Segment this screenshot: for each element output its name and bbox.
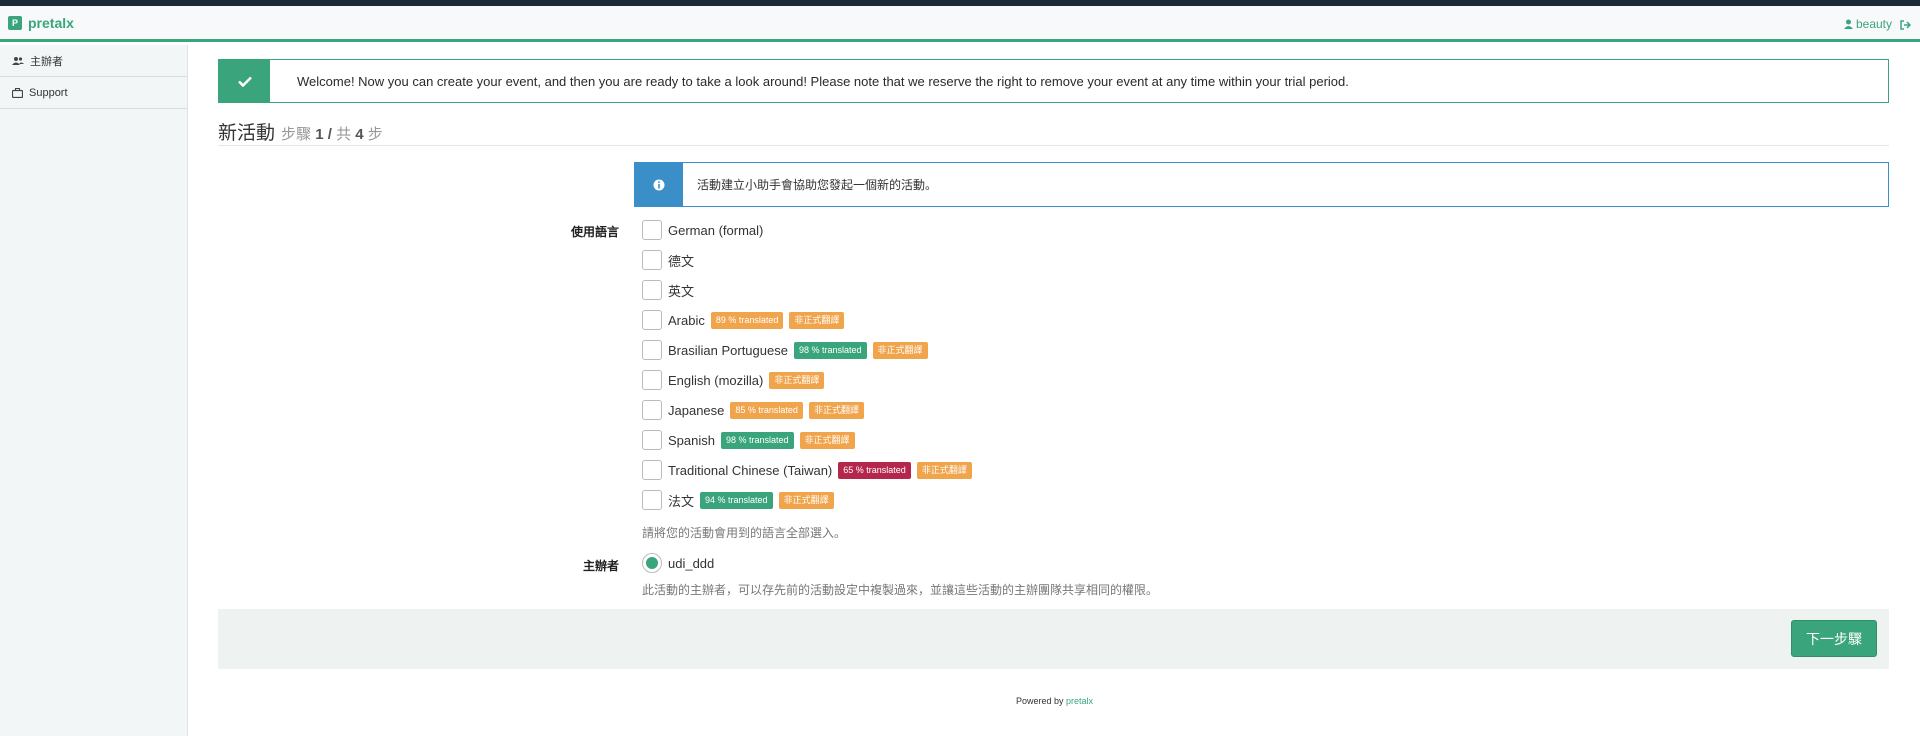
translation-progress-badge: 85 % translated [730, 401, 803, 419]
language-option[interactable]: English (mozilla) 非正式翻譯 [642, 369, 830, 391]
organiser-help: 此活動的主辦者，可以存先前的活動設定中複製過來，並讓這些活動的主辦團隊共享相同的… [642, 583, 1159, 597]
next-step-button[interactable]: 下一步驟 [1791, 620, 1877, 657]
organiser-name: udi_ddd [668, 555, 715, 571]
unofficial-translation-badge: 非正式翻譯 [799, 431, 855, 449]
organiser-label: 主辦者 [582, 559, 619, 573]
language-checkbox[interactable] [642, 400, 662, 420]
sidebar-item-organiser[interactable]: 主辦者 [0, 45, 187, 77]
language-name: Brasilian Portuguese [668, 342, 788, 358]
page-title-text: 新活動 [218, 123, 276, 144]
info-icon [635, 163, 683, 206]
page-title: 新活動 步驟 1 / 共 4 步 [218, 118, 1889, 146]
language-name: Spanish [668, 432, 715, 448]
language-option[interactable]: Spanish 98 % translated 非正式翻譯 [642, 429, 861, 451]
logout-button[interactable] [1900, 18, 1912, 33]
translation-progress-badge: 98 % translated [720, 431, 794, 449]
step-indicator: 步驟 1 / 共 4 步 [281, 123, 383, 144]
language-checkbox[interactable] [642, 460, 662, 480]
unofficial-translation-badge: 非正式翻譯 [808, 401, 864, 419]
user-name: beauty [1855, 17, 1892, 31]
language-option[interactable]: Arabic 89 % translated 非正式翻譯 [642, 309, 850, 331]
step-current: 1 [315, 126, 324, 143]
welcome-alert: Welcome! Now you can create your event, … [218, 59, 1889, 103]
brand[interactable]: P pretalx [8, 15, 74, 31]
sidebar-item-label: 主辦者 [30, 55, 63, 68]
languages-label: 使用語言 [570, 225, 619, 239]
languages-help: 請將您的活動會用到的語言全部選入。 [642, 526, 847, 540]
language-checkbox[interactable] [642, 280, 662, 300]
users-icon [12, 56, 24, 65]
sign-out-icon [1900, 20, 1912, 30]
sidebar-item-support[interactable]: Support [0, 77, 187, 109]
translation-progress-badge: 98 % translated [793, 341, 867, 359]
translation-progress-badge: 89 % translated [710, 311, 784, 329]
form-actions: 下一步驟 [218, 609, 1889, 669]
language-name: Arabic [668, 312, 705, 328]
info-text: 活動建立小助手會協助您發起一個新的活動。 [697, 178, 938, 192]
translation-progress-badge: 65 % translated [838, 461, 911, 479]
briefcase-icon [12, 87, 23, 98]
welcome-text: Welcome! Now you can create your event, … [297, 73, 1349, 89]
organiser-radio[interactable] [642, 553, 662, 573]
sidebar: 主辦者 Support [0, 45, 188, 736]
language-name: 法文 [668, 493, 695, 509]
unofficial-translation-badge: 非正式翻譯 [789, 311, 845, 329]
language-name: Traditional Chinese (Taiwan) [668, 462, 833, 478]
language-checkbox[interactable] [642, 310, 662, 330]
language-option[interactable]: Japanese 85 % translated 非正式翻譯 [642, 399, 870, 421]
organiser-option[interactable]: udi_ddd [642, 552, 720, 574]
brand-name: pretalx [28, 15, 74, 31]
step-word: 步驟 [281, 126, 312, 143]
language-option[interactable]: 德文 [642, 249, 700, 271]
language-checkbox[interactable] [642, 430, 662, 450]
total-word: 共 [336, 126, 352, 143]
language-name: Japanese [668, 402, 725, 418]
language-checkbox[interactable] [642, 340, 662, 360]
language-checkbox[interactable] [642, 220, 662, 240]
language-checkbox[interactable] [642, 490, 662, 510]
language-name: 英文 [668, 283, 695, 299]
language-option[interactable]: Traditional Chinese (Taiwan) 65 % transla… [642, 459, 978, 481]
language-name: English (mozilla) [668, 372, 764, 388]
unofficial-translation-badge: 非正式翻譯 [872, 341, 928, 359]
pretalx-link[interactable]: pretalx [1066, 696, 1093, 706]
language-name: German (formal) [668, 222, 764, 238]
user-menu[interactable]: beauty [1843, 17, 1892, 31]
powered-by-text: Powered by [1016, 696, 1064, 706]
navbar: P pretalx beauty [0, 6, 1920, 42]
unofficial-translation-badge: 非正式翻譯 [916, 461, 972, 479]
language-checkbox[interactable] [642, 250, 662, 270]
info-alert: 活動建立小助手會協助您發起一個新的活動。 [634, 162, 1889, 207]
powered-by: Powered by pretalx [1016, 696, 1093, 706]
language-name: 德文 [668, 253, 695, 269]
language-option[interactable]: 英文 [642, 279, 700, 301]
sidebar-item-label: Support [29, 86, 68, 99]
user-icon [1843, 19, 1853, 29]
language-option[interactable]: 法文 94 % translated 非正式翻譯 [642, 489, 840, 511]
step-separator: / [327, 126, 332, 143]
brand-logo: P [8, 16, 22, 30]
radio-selected-dot [646, 557, 658, 569]
step-suffix: 步 [367, 126, 383, 143]
step-total: 4 [355, 126, 364, 143]
language-option[interactable]: German (formal) [642, 219, 769, 241]
translation-progress-badge: 94 % translated [700, 491, 773, 509]
language-checkbox[interactable] [642, 370, 662, 390]
unofficial-translation-badge: 非正式翻譯 [778, 491, 834, 509]
check-icon [219, 60, 270, 102]
language-option[interactable]: Brasilian Portuguese 98 % translated 非正式翻譯 [642, 339, 934, 361]
unofficial-translation-badge: 非正式翻譯 [769, 371, 825, 389]
